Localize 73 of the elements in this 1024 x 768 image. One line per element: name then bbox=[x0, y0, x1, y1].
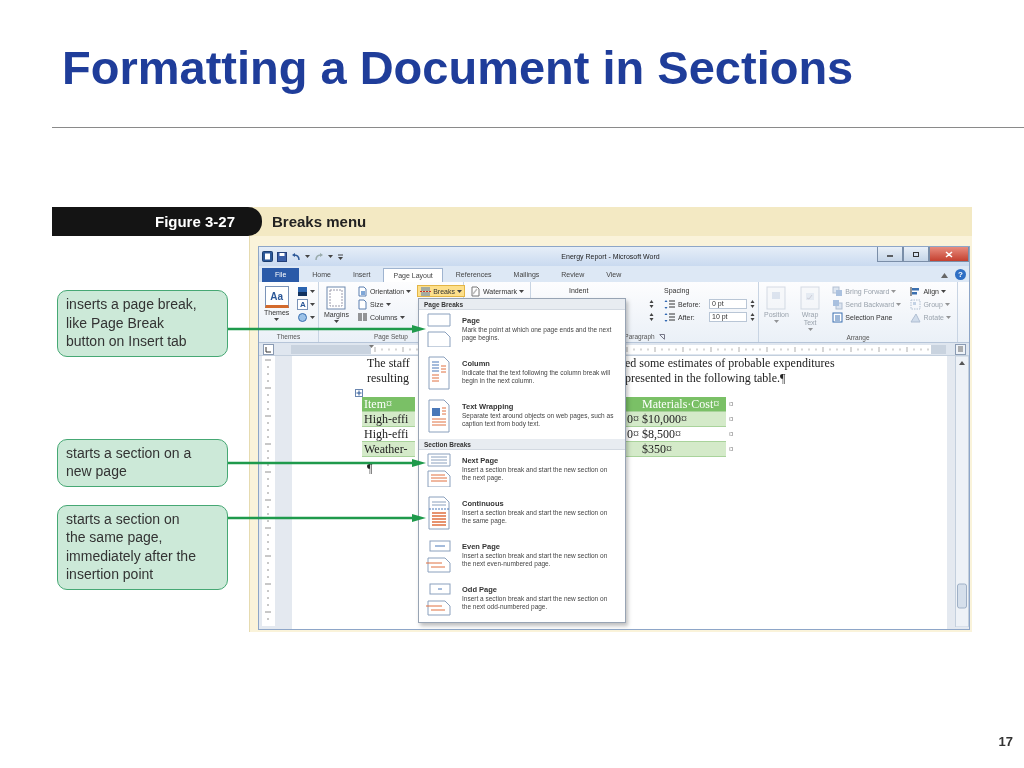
table-header-cell: Item¤ bbox=[362, 397, 415, 412]
align-icon bbox=[910, 285, 922, 297]
end-of-row-mark: ¤ bbox=[728, 428, 735, 441]
group-icon bbox=[910, 298, 922, 310]
table-cell: $10,000¤ bbox=[640, 412, 726, 427]
caret-icon bbox=[328, 255, 333, 258]
orientation-icon bbox=[356, 285, 368, 297]
text-wrap-icon bbox=[425, 399, 453, 433]
send-backward-icon bbox=[832, 298, 844, 310]
position-icon bbox=[764, 286, 789, 310]
effects-icon bbox=[297, 311, 309, 323]
app-icon[interactable] bbox=[262, 251, 273, 262]
breaks-icon bbox=[420, 285, 432, 297]
slide-title: Formatting a Document in Sections bbox=[62, 42, 854, 94]
table-cell: $350¤ bbox=[640, 442, 726, 457]
table-cell: $8,500¤ bbox=[640, 427, 726, 442]
spinner-icon[interactable] bbox=[649, 312, 654, 322]
dialog-launcher-icon[interactable] bbox=[658, 333, 665, 340]
maximize-button[interactable] bbox=[903, 247, 929, 262]
maximize-icon bbox=[910, 249, 922, 259]
color-swatch-icon bbox=[297, 285, 309, 297]
page-lines-icon bbox=[425, 496, 453, 530]
close-icon bbox=[943, 249, 955, 259]
help-button[interactable]: ? bbox=[955, 269, 966, 280]
table-header-cell: Materials·Cost¤ bbox=[640, 397, 726, 412]
ruler-toggle-icon[interactable] bbox=[955, 343, 966, 355]
collapse-ribbon-icon[interactable] bbox=[941, 273, 948, 278]
rotate-icon bbox=[910, 311, 922, 323]
page-number: 17 bbox=[998, 734, 1013, 749]
close-button[interactable] bbox=[929, 247, 969, 262]
ribbon-button[interactable]: A bbox=[294, 298, 319, 310]
table-cell: High-effi bbox=[362, 412, 415, 427]
bring-forward-icon bbox=[832, 285, 844, 297]
page-size-icon bbox=[356, 298, 368, 310]
figure-label: Figure 3-27 bbox=[52, 207, 262, 236]
spinner-icon[interactable] bbox=[750, 299, 755, 309]
body-text: resulting bbox=[367, 371, 410, 386]
end-of-row-mark: ¤ bbox=[728, 443, 735, 456]
pages-icon bbox=[425, 313, 453, 347]
numbered-pages-icon bbox=[425, 539, 453, 573]
body-text: ed some estimates of probable expenditures bbox=[625, 356, 835, 371]
spacing-icon bbox=[664, 298, 675, 310]
tab-selector-icon[interactable] bbox=[263, 343, 274, 355]
column-text-icon bbox=[425, 356, 453, 390]
body-text: presented in the following table.¶ bbox=[625, 371, 786, 386]
themes-icon: Aa bbox=[264, 286, 289, 308]
caret-icon bbox=[305, 255, 310, 258]
paragraph-mark: ¶ bbox=[367, 461, 373, 476]
customize-toolbar-icon[interactable] bbox=[337, 253, 344, 260]
spinner-icon[interactable] bbox=[649, 299, 654, 309]
wrap-text-icon bbox=[798, 286, 823, 310]
selection-pane-icon bbox=[832, 311, 844, 323]
callout-note: starts a section on the same page, immediately after the insertion point bbox=[57, 504, 228, 590]
vertical-scrollbar[interactable] bbox=[955, 356, 969, 627]
body-text: The staff bbox=[367, 356, 411, 371]
minimize-button[interactable] bbox=[877, 247, 903, 262]
spinner-icon[interactable] bbox=[750, 312, 755, 322]
margins-icon bbox=[324, 286, 349, 310]
end-of-row-mark: ¤ bbox=[728, 398, 735, 411]
spacing-icon bbox=[664, 311, 675, 323]
callout-note: starts a section on a new page bbox=[57, 438, 228, 487]
table-move-handle-icon[interactable] bbox=[355, 389, 363, 397]
undo-icon[interactable] bbox=[291, 251, 301, 262]
columns-icon bbox=[356, 311, 368, 323]
save-icon[interactable] bbox=[277, 251, 287, 262]
numbered-pages-icon bbox=[425, 582, 453, 616]
pages-icon bbox=[425, 453, 453, 487]
font-icon: A bbox=[297, 298, 309, 310]
callout-note: inserts a page break, like Page Break button on Insert tab bbox=[57, 290, 228, 357]
table-cell: High-effi bbox=[362, 427, 415, 442]
end-of-row-mark: ¤ bbox=[728, 413, 735, 426]
table-cell: Weather- bbox=[362, 442, 415, 457]
figure-caption: Breaks menu bbox=[272, 212, 367, 232]
